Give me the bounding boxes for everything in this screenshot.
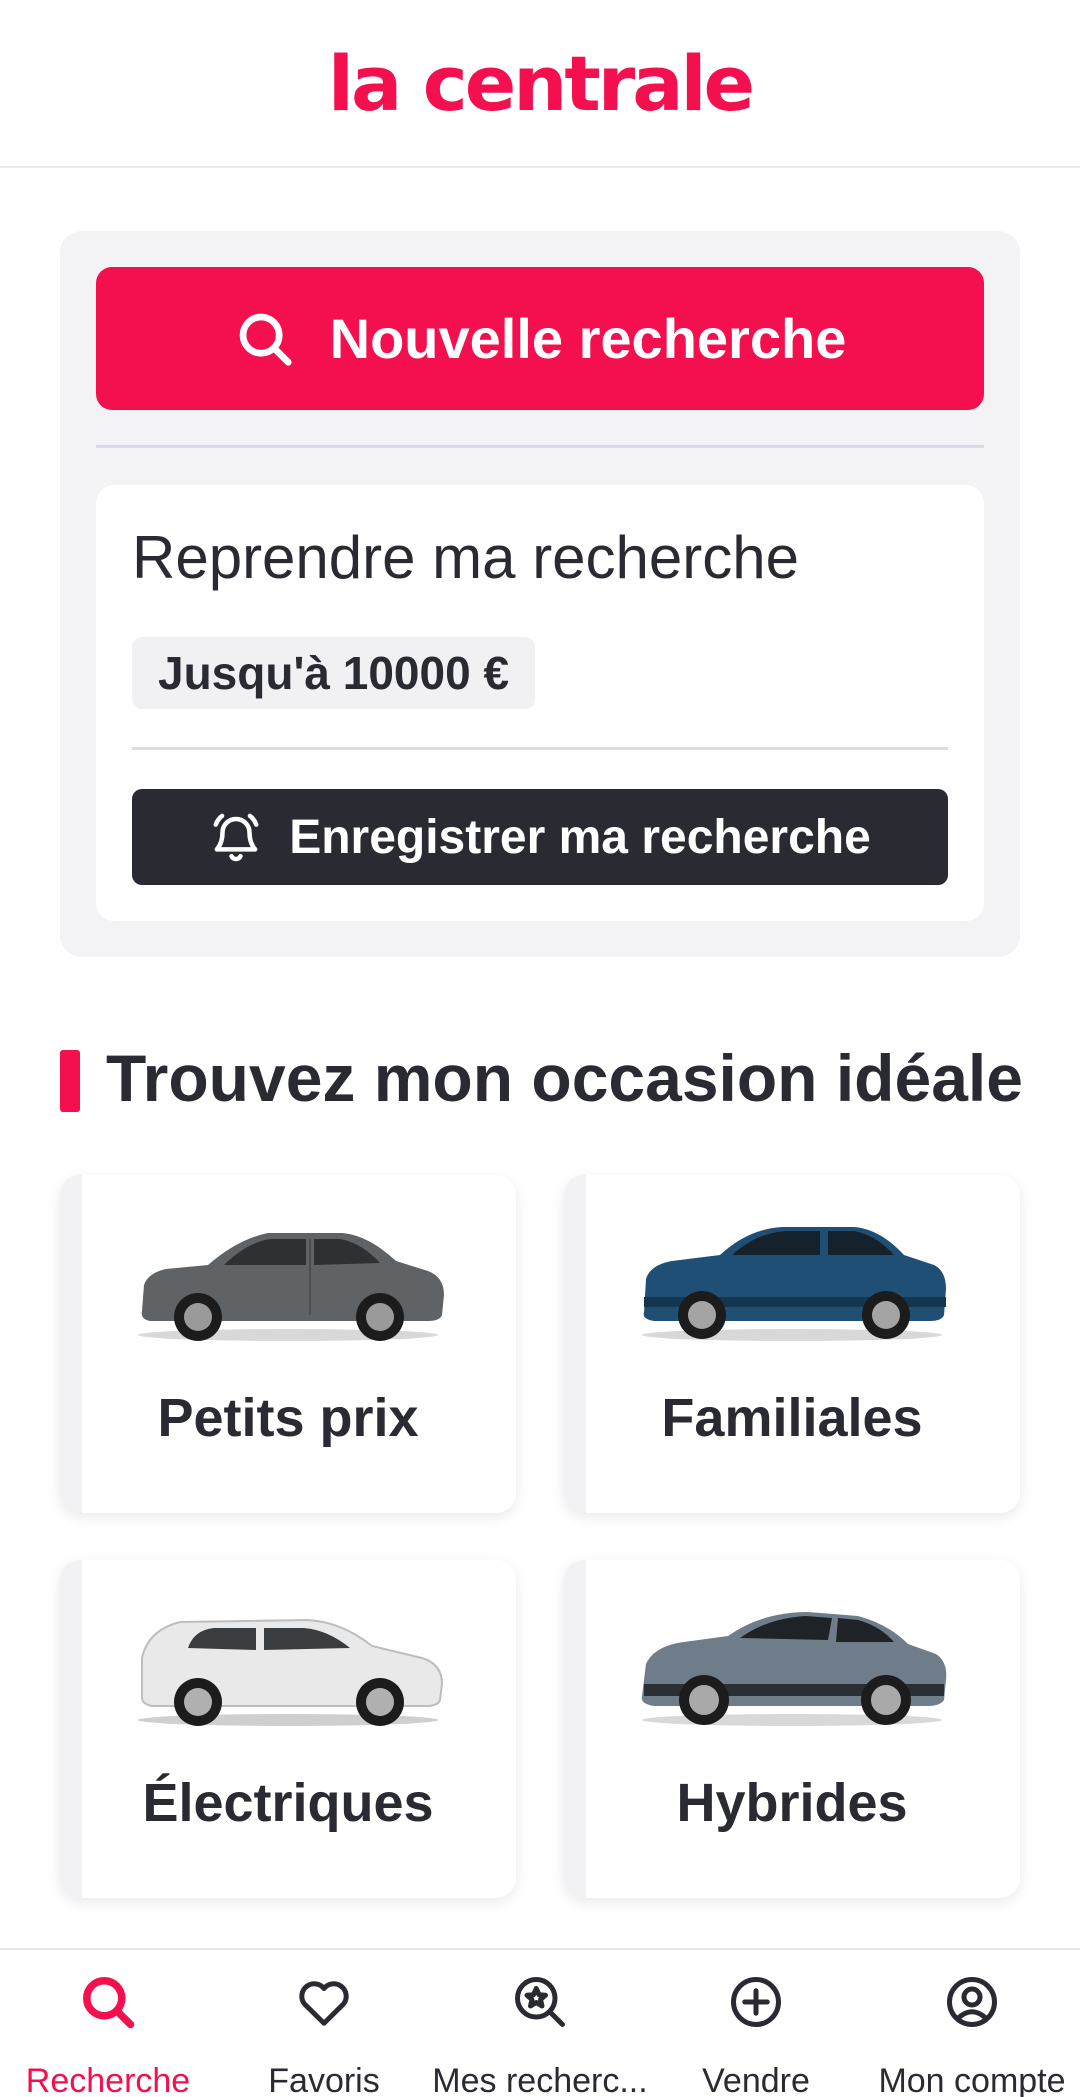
- category-label: Petits prix: [157, 1388, 419, 1448]
- la-centrale-logo[interactable]: la centrale: [328, 39, 755, 128]
- account-icon: [947, 1977, 997, 2027]
- plus-circle-icon: [731, 1977, 781, 2027]
- category-label: Hybrides: [676, 1773, 908, 1833]
- category-tile-familiales[interactable]: Familiales: [564, 1175, 1020, 1513]
- criteria-chip: Jusqu'à 10000 €: [132, 637, 536, 709]
- car-hatchback-grey-icon: [138, 1233, 444, 1341]
- bottom-navigation: Recherche Favoris Mes recherc... Vendre …: [0, 1948, 1080, 2097]
- category-tile-petits-prix[interactable]: Petits prix: [60, 1175, 516, 1513]
- search-icon: [239, 313, 292, 366]
- nav-label: Favoris: [268, 2062, 380, 2097]
- new-search-button[interactable]: Nouvelle recherche: [96, 267, 984, 410]
- nav-item-mon-compte[interactable]: Mon compte: [864, 1950, 1080, 2097]
- nav-item-recherche[interactable]: Recherche: [0, 1950, 216, 2097]
- category-label: Électriques: [142, 1773, 434, 1833]
- save-search-button[interactable]: Enregistrer ma recherche: [132, 789, 948, 885]
- search-card: Nouvelle recherche Reprendre ma recherch…: [60, 231, 1020, 957]
- save-search-label: Enregistrer ma recherche: [289, 810, 871, 864]
- saved-search-icon: [515, 1977, 565, 2027]
- app-header: la centrale: [0, 0, 1080, 168]
- nav-item-mes-recherches[interactable]: Mes recherc...: [432, 1950, 648, 2097]
- divider: [96, 445, 984, 448]
- section-accent-bar: [60, 1050, 80, 1112]
- nav-label: Vendre: [702, 2062, 810, 2097]
- resume-search-title: Reprendre ma recherche: [132, 524, 800, 591]
- new-search-label: Nouvelle recherche: [329, 307, 847, 370]
- car-crossover-grey-icon: [641, 1612, 947, 1726]
- divider: [132, 747, 948, 750]
- resume-search-card[interactable]: Reprendre ma recherche Jusqu'à 10000 € E…: [96, 485, 984, 921]
- nav-label: Mes recherc...: [432, 2062, 648, 2097]
- category-tile-hybrides[interactable]: Hybrides: [564, 1560, 1020, 1898]
- nav-item-vendre[interactable]: Vendre: [648, 1950, 864, 2097]
- category-tile-electriques[interactable]: Électriques: [60, 1560, 516, 1898]
- nav-label: Mon compte: [878, 2062, 1066, 2097]
- heart-icon: [299, 1981, 349, 2026]
- section-title: Trouvez mon occasion idéale: [106, 1041, 1023, 1115]
- car-electric-white-icon: [138, 1618, 444, 1726]
- nav-label: Recherche: [25, 2062, 191, 2097]
- car-suv-blue-icon: [642, 1227, 946, 1341]
- nav-item-favoris[interactable]: Favoris: [216, 1950, 432, 2097]
- search-icon: [83, 1977, 135, 2029]
- category-label: Familiales: [661, 1388, 923, 1448]
- bell-icon: [213, 813, 259, 862]
